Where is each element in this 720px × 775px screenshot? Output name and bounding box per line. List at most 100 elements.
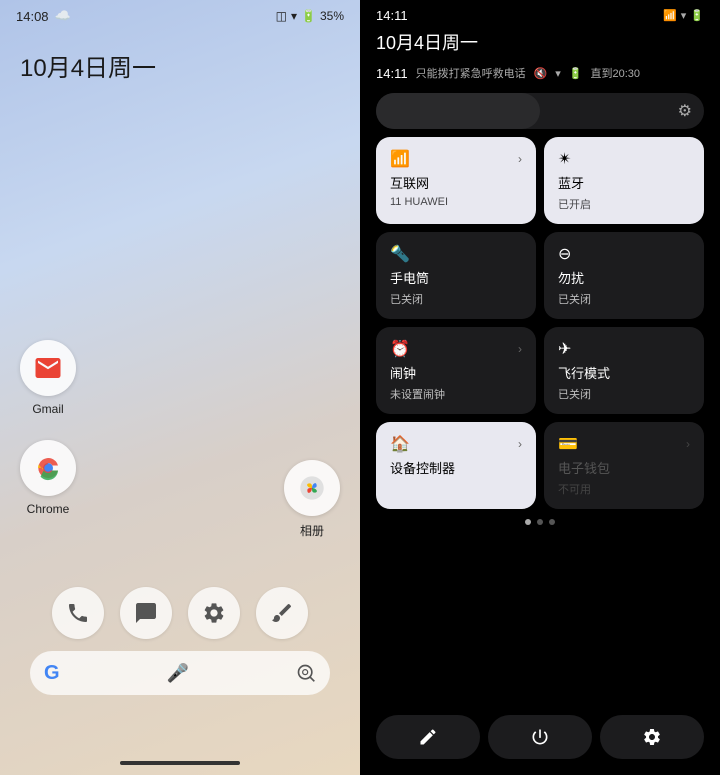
lens-icon[interactable] <box>296 663 316 683</box>
power-icon <box>530 727 550 747</box>
settings-dock-icon[interactable] <box>188 587 240 639</box>
wallet-header: 💳 › <box>558 434 690 454</box>
bluetooth-tile[interactable]: ✴ 蓝牙 已开启 <box>544 137 704 224</box>
chrome-label: Chrome <box>27 502 70 516</box>
photos-app[interactable]: 相册 <box>284 460 340 539</box>
alarm-tile[interactable]: ⏰ › 闹钟 未设置闹钟 <box>376 327 536 414</box>
settings-action-btn[interactable] <box>600 715 704 759</box>
airplane-icon: ✈ <box>558 339 571 359</box>
battery-percent: 35% <box>320 9 344 23</box>
chrome-icon-circle[interactable] <box>20 440 76 496</box>
bluetooth-title: 蓝牙 <box>558 173 690 192</box>
alarm-chevron: › <box>518 342 522 356</box>
bottom-action-bar <box>360 707 720 775</box>
flashlight-header: 🔦 <box>390 244 522 264</box>
right-panel: 14:11 📶 ▾ 🔋 10月4日周一 14:11 只能拨打紧急呼救电话 🔇 ▾… <box>360 0 720 775</box>
alarm-header: ⏰ › <box>390 339 522 359</box>
flashlight-title: 手电筒 <box>390 268 522 287</box>
left-status-bar: 14:08 ☁️ ◫ ▾ 🔋 35% <box>0 0 360 32</box>
chrome-svg <box>33 453 63 483</box>
wifi-tile[interactable]: 📶 › 互联网 11 HUAWEI <box>376 137 536 224</box>
dot-2 <box>537 519 543 525</box>
wifi-chevron: › <box>518 152 522 166</box>
gmail-label: Gmail <box>32 402 63 416</box>
battery-icon-right: 🔋 <box>690 9 704 22</box>
brightness-track[interactable]: ⚙ <box>376 93 704 129</box>
sim-icon: ◫ <box>276 9 287 23</box>
power-action-btn[interactable] <box>488 715 592 759</box>
dock-row <box>52 587 308 639</box>
left-date: 10月4日周一 <box>0 32 360 83</box>
wifi-tile-header: 📶 › <box>390 149 522 169</box>
lens-svg <box>296 663 316 683</box>
wallet-icon: 💳 <box>558 434 578 454</box>
bluetooth-tile-header: ✴ <box>558 149 690 169</box>
airplane-header: ✈ <box>558 339 690 359</box>
emergency-text: 只能拨打紧急呼救电话 <box>416 65 526 81</box>
alarm-subtitle: 未设置闹钟 <box>390 386 522 402</box>
dot-3 <box>549 519 555 525</box>
wifi-status-icon: ▾ <box>291 9 297 23</box>
right-status-bar: 14:11 📶 ▾ 🔋 <box>360 0 720 27</box>
airplane-title: 飞行模式 <box>558 363 690 382</box>
bluetooth-icon: ✴ <box>558 149 571 169</box>
wifi-icon-sm: ▾ <box>555 67 561 80</box>
wifi-icon-right: ▾ <box>681 9 687 22</box>
airplane-tile[interactable]: ✈ 飞行模式 已关闭 <box>544 327 704 414</box>
wallet-title: 电子钱包 <box>558 458 690 477</box>
flashlight-icon: 🔦 <box>390 244 410 264</box>
dot-1 <box>525 519 531 525</box>
dnd-header: ⊖ <box>558 244 690 264</box>
alarm-title: 闹钟 <box>390 363 522 382</box>
weather-icon: ☁️ <box>55 8 71 24</box>
photos-svg <box>298 474 326 502</box>
brush-svg <box>270 601 294 625</box>
left-dock: G 🎤 <box>0 587 360 695</box>
dnd-icon: ⊖ <box>558 244 571 264</box>
dnd-title: 勿扰 <box>558 268 690 287</box>
messages-dock-icon[interactable] <box>120 587 172 639</box>
wifi-tile-subtitle: 11 HUAWEI <box>390 196 522 208</box>
photos-icon-circle[interactable] <box>284 460 340 516</box>
tiles-grid: 📶 › 互联网 11 HUAWEI ✴ 蓝牙 已开启 🔦 手电筒 已关闭 ⊖ <box>360 137 720 509</box>
alarm-icon: ⏰ <box>390 339 410 359</box>
edit-action-btn[interactable] <box>376 715 480 759</box>
device-header: 🏠 › <box>390 434 522 454</box>
gmail-icon-circle[interactable] <box>20 340 76 396</box>
edit-icon <box>418 727 438 747</box>
brightness-icon: ⚙ <box>678 101 692 121</box>
chrome-app[interactable]: Chrome <box>20 440 76 516</box>
wallet-subtitle: 不可用 <box>558 481 690 497</box>
gmail-app[interactable]: Gmail <box>20 340 76 416</box>
device-tile[interactable]: 🏠 › 设备控制器 <box>376 422 536 509</box>
photos-label: 相册 <box>300 522 324 539</box>
battery-sm: 🔋 <box>569 67 583 80</box>
phone-dock-icon[interactable] <box>52 587 104 639</box>
settings-svg <box>202 601 226 625</box>
flashlight-tile[interactable]: 🔦 手电筒 已关闭 <box>376 232 536 319</box>
left-status-icons: ◫ ▾ 🔋 35% <box>276 9 344 23</box>
left-app-grid: Gmail Chrome <box>20 340 76 516</box>
bluetooth-subtitle: 已开启 <box>558 196 690 212</box>
wallet-tile[interactable]: 💳 › 电子钱包 不可用 <box>544 422 704 509</box>
wallet-chevron: › <box>686 437 690 451</box>
dnd-tile[interactable]: ⊖ 勿扰 已关闭 <box>544 232 704 319</box>
flashlight-subtitle: 已关闭 <box>390 291 522 307</box>
home-indicator-left <box>120 761 240 765</box>
search-bar[interactable]: G 🎤 <box>30 651 330 695</box>
dnd-subtitle: 已关闭 <box>558 291 690 307</box>
right-status-icons: 📶 ▾ 🔋 <box>663 9 704 22</box>
sound-icon: 🔇 <box>534 67 548 80</box>
wifi-tile-title: 互联网 <box>390 173 522 192</box>
until-text: 直到20:30 <box>591 65 641 81</box>
right-time-small: 14:11 <box>376 66 408 81</box>
device-chevron: › <box>518 437 522 451</box>
brush-dock-icon[interactable] <box>256 587 308 639</box>
right-time: 14:11 <box>376 8 408 23</box>
microphone-icon[interactable]: 🎤 <box>167 663 189 684</box>
google-g-logo: G <box>44 662 60 685</box>
sim-icon-right: 📶 <box>663 9 677 22</box>
wifi-tile-icon: 📶 <box>390 149 410 169</box>
right-info-bar: 14:11 只能拨打紧急呼救电话 🔇 ▾ 🔋 直到20:30 <box>360 63 720 89</box>
brightness-fill <box>376 93 540 129</box>
